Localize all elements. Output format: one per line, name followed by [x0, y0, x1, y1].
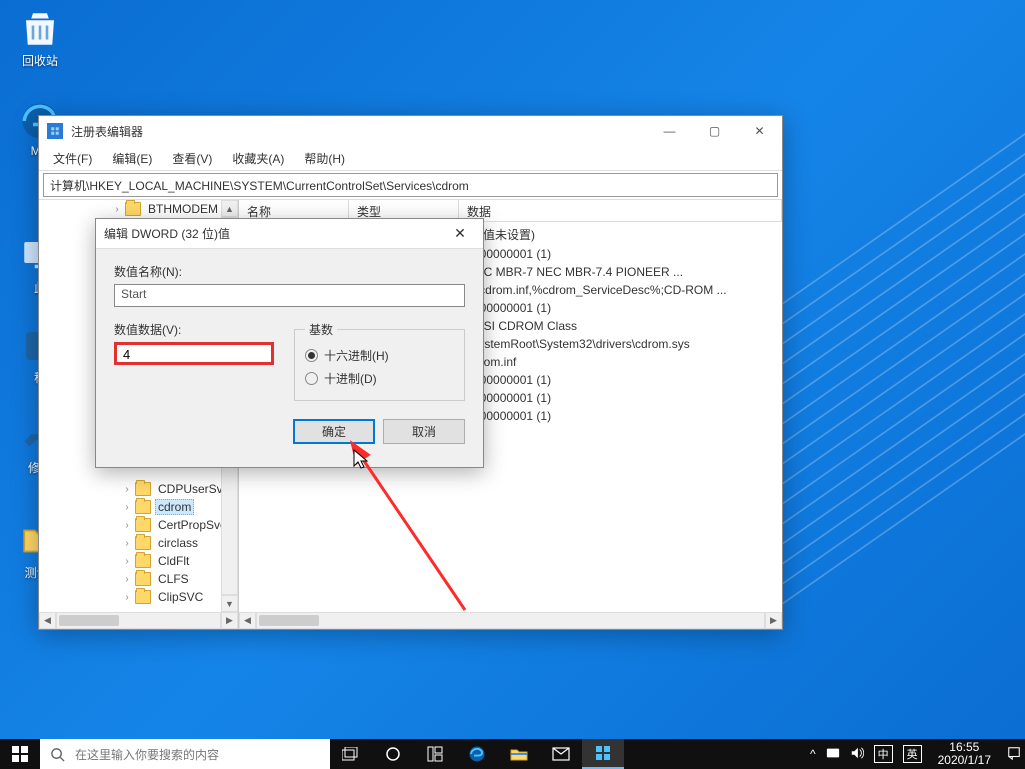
desktop-icon-label: 回收站	[22, 54, 58, 68]
windows-icon	[12, 746, 28, 762]
tray-date: 2020/1/17	[938, 754, 991, 767]
radix-dec-radio[interactable]: 十进制(D)	[305, 367, 454, 390]
cortana-button[interactable]	[372, 739, 414, 769]
tree-node[interactable]: ›cdrom	[39, 498, 238, 516]
tree-node[interactable]: ›BTHMODEM^	[39, 200, 238, 218]
tree-node[interactable]: ›CDPUserSvc	[39, 480, 238, 498]
minimize-button[interactable]: ―	[647, 116, 692, 146]
radix-label: 基数	[305, 321, 337, 338]
radix-group: 基数 十六进制(H) 十进制(D)	[294, 321, 465, 401]
task-icons	[330, 739, 624, 769]
titlebar[interactable]: 注册表编辑器 ― ▢ ✕	[39, 116, 782, 146]
window-title: 注册表编辑器	[71, 123, 647, 140]
ok-button[interactable]: 确定	[293, 419, 375, 444]
system-tray: ^ 中 英 16:55 2020/1/17	[806, 739, 1025, 769]
taskbar: 在这里输入你要搜索的内容 ^ 中 英 16:55 2020/1/17	[0, 739, 1025, 769]
tray-ime2[interactable]: 英	[903, 745, 922, 763]
taskbar-search[interactable]: 在这里输入你要搜索的内容	[40, 739, 330, 769]
taskbar-explorer[interactable]	[498, 739, 540, 769]
taskbar-app-1[interactable]	[414, 739, 456, 769]
address-bar[interactable]: 计算机\HKEY_LOCAL_MACHINE\SYSTEM\CurrentCon…	[43, 173, 778, 197]
tree-node[interactable]: ›CldFlt	[39, 552, 238, 570]
tray-clock[interactable]: 16:55 2020/1/17	[932, 741, 997, 767]
tree-node[interactable]: ›CLFS	[39, 570, 238, 588]
taskbar-regedit[interactable]	[582, 739, 624, 769]
search-placeholder: 在这里输入你要搜索的内容	[75, 746, 219, 763]
tray-network-icon[interactable]	[826, 746, 840, 763]
desktop-icon-recycle-bin[interactable]: 回收站	[5, 8, 75, 69]
dialog-title: 编辑 DWORD (32 位)值	[104, 225, 445, 242]
tray-notifications-icon[interactable]	[1007, 746, 1021, 763]
regedit-icon	[47, 123, 63, 139]
maximize-button[interactable]: ▢	[692, 116, 737, 146]
menu-view[interactable]: 查看(V)	[164, 147, 220, 170]
tray-ime[interactable]: 中	[874, 745, 893, 763]
menu-favorites[interactable]: 收藏夹(A)	[224, 147, 292, 170]
tree-node[interactable]: ›ClipSVC	[39, 588, 238, 606]
tree-node[interactable]: ›circlass	[39, 534, 238, 552]
tray-volume-icon[interactable]	[850, 746, 864, 763]
taskbar-mail[interactable]	[540, 739, 582, 769]
start-button[interactable]	[0, 739, 40, 769]
cancel-button[interactable]: 取消	[383, 419, 465, 444]
dialog-titlebar[interactable]: 编辑 DWORD (32 位)值 ✕	[96, 219, 483, 249]
decorative-stripes	[765, 200, 1025, 550]
tray-caret[interactable]: ^	[810, 747, 816, 761]
menu-file[interactable]: 文件(F)	[45, 147, 100, 170]
menu-help[interactable]: 帮助(H)	[296, 147, 353, 170]
edit-dword-dialog: 编辑 DWORD (32 位)值 ✕ 数值名称(N): Start 数值数据(V…	[95, 218, 484, 468]
search-icon	[50, 747, 65, 762]
menu-edit[interactable]: 编辑(E)	[104, 147, 160, 170]
dialog-close-button[interactable]: ✕	[445, 221, 475, 246]
tree-hscroll[interactable]: ◀▶	[39, 612, 238, 629]
taskbar-edge[interactable]	[456, 739, 498, 769]
value-data-input[interactable]: 4	[114, 342, 274, 365]
task-view-button[interactable]	[330, 739, 372, 769]
radix-hex-radio[interactable]: 十六进制(H)	[305, 344, 454, 367]
menubar: 文件(F) 编辑(E) 查看(V) 收藏夹(A) 帮助(H)	[39, 146, 782, 171]
list-hscroll[interactable]: ◀▶	[239, 612, 782, 629]
value-data-label: 数值数据(V):	[114, 321, 274, 338]
close-button[interactable]: ✕	[737, 116, 782, 146]
col-data[interactable]: 数据	[459, 200, 782, 221]
value-name-label: 数值名称(N):	[114, 263, 465, 280]
value-name-field[interactable]: Start	[114, 284, 465, 307]
recycle-bin-icon	[19, 8, 61, 50]
tree-node[interactable]: ›CertPropSvc	[39, 516, 238, 534]
